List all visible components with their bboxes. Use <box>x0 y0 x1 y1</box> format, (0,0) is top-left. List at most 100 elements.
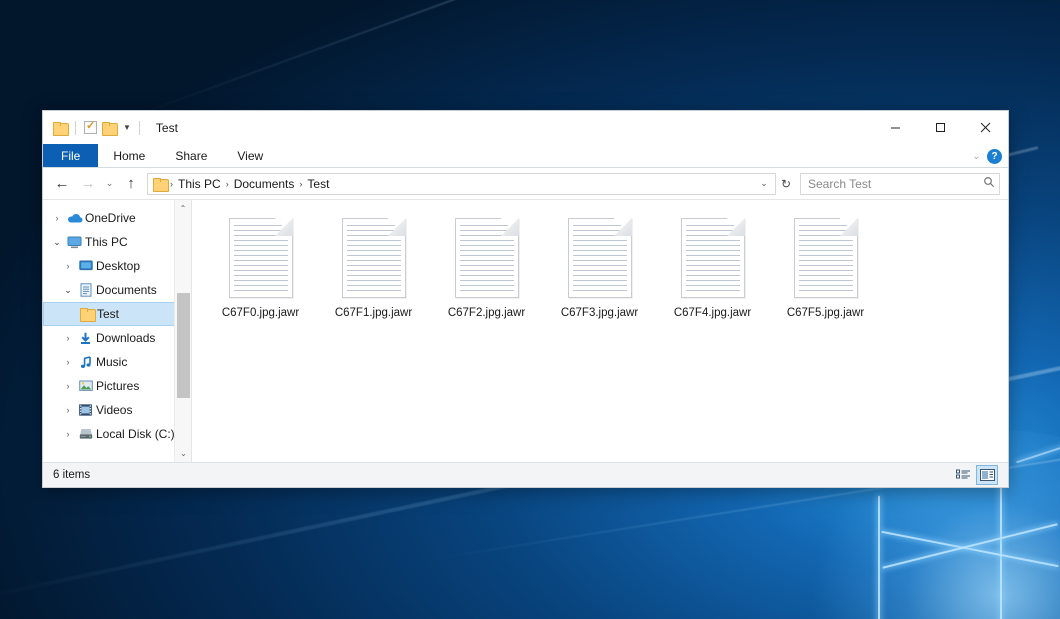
chevron-down-icon[interactable]: ⌄ <box>60 285 76 296</box>
chevron-right-icon[interactable]: › <box>60 357 76 367</box>
desktop-icon <box>76 260 95 272</box>
sidebar-item-label: Music <box>95 355 127 369</box>
file-name: C67F3.jpg.jawr <box>561 307 638 319</box>
chevron-down-icon[interactable]: ⌄ <box>49 237 65 248</box>
generic-document-icon <box>794 218 858 298</box>
details-view-button[interactable] <box>952 465 974 485</box>
refresh-button[interactable]: ↻ <box>776 177 796 191</box>
file-item[interactable]: C67F2.jpg.jawr <box>430 214 543 319</box>
file-item[interactable]: C67F0.jpg.jawr <box>204 214 317 319</box>
file-name: C67F2.jpg.jawr <box>448 307 525 319</box>
navigation-pane: › OneDrive ⌄ This PC › Desktop <box>43 200 192 462</box>
file-item[interactable]: C67F5.jpg.jawr <box>769 214 882 319</box>
sidebar-item-videos[interactable]: › Videos <box>43 398 191 422</box>
quick-access-toolbar: ▼ Test <box>43 121 178 135</box>
title-bar: ▼ Test <box>43 111 1008 144</box>
downloads-icon <box>76 332 95 345</box>
tab-view[interactable]: View <box>222 144 278 167</box>
sidebar-item-label: Local Disk (C:) <box>95 427 175 441</box>
sidebar-item-label: OneDrive <box>84 211 136 225</box>
sidebar-item-downloads[interactable]: › Downloads <box>43 326 191 350</box>
back-button[interactable]: ← <box>49 171 75 197</box>
address-dropdown-icon[interactable]: ⌄ <box>755 178 773 189</box>
file-item[interactable]: C67F3.jpg.jawr <box>543 214 656 319</box>
chevron-right-icon[interactable]: › <box>60 333 76 343</box>
sidebar-item-label: Documents <box>95 283 157 297</box>
sidebar-item-local-disk[interactable]: › Local Disk (C:) <box>43 422 191 446</box>
close-button[interactable] <box>963 111 1008 144</box>
documents-icon <box>76 283 95 297</box>
search-input[interactable]: Search Test <box>800 173 1000 195</box>
chevron-down-icon[interactable]: ⌄ <box>972 151 980 162</box>
scroll-up-arrow[interactable]: ⌃ <box>175 200 191 217</box>
tab-file[interactable]: File <box>43 144 98 167</box>
maximize-button[interactable] <box>918 111 963 144</box>
window-body: › OneDrive ⌄ This PC › Desktop <box>43 199 1008 462</box>
generic-document-icon <box>342 218 406 298</box>
generic-document-icon <box>229 218 293 298</box>
window-controls <box>873 111 1008 144</box>
disk-icon <box>76 428 95 440</box>
ribbon-tabs: File Home Share View ⌄ ? <box>43 144 1008 168</box>
chevron-right-icon[interactable]: › <box>60 405 76 415</box>
file-name: C67F5.jpg.jawr <box>787 307 864 319</box>
search-placeholder: Search Test <box>808 177 871 191</box>
scrollbar-thumb[interactable] <box>177 293 190 398</box>
sidebar-scrollbar[interactable]: ⌃ ⌄ <box>174 200 191 462</box>
file-item[interactable]: C67F4.jpg.jawr <box>656 214 769 319</box>
file-explorer-window: ▼ Test File Home Share View ⌄ ? ← → <box>42 110 1009 488</box>
chevron-down-icon[interactable]: ▼ <box>123 123 131 132</box>
folder-icon <box>77 308 96 320</box>
file-name: C67F4.jpg.jawr <box>674 307 751 319</box>
chevron-right-icon[interactable]: › <box>60 429 76 439</box>
up-button[interactable]: ↑ <box>118 171 144 197</box>
sidebar-item-music[interactable]: › Music <box>43 350 191 374</box>
sidebar-item-pictures[interactable]: › Pictures <box>43 374 191 398</box>
help-icon[interactable]: ? <box>987 149 1002 164</box>
folder-icon[interactable] <box>53 122 67 134</box>
file-list-pane[interactable]: C67F0.jpg.jawr C67F1.jpg.jawr <box>192 200 1008 462</box>
new-folder-icon[interactable] <box>102 122 116 134</box>
file-item[interactable]: C67F1.jpg.jawr <box>317 214 430 319</box>
tab-home[interactable]: Home <box>98 144 160 167</box>
history-dropdown-button[interactable]: ⌄ <box>101 171 118 197</box>
window-title: Test <box>156 121 178 135</box>
folder-glyph <box>80 308 94 320</box>
music-icon <box>76 356 95 369</box>
generic-document-icon <box>455 218 519 298</box>
properties-icon[interactable] <box>84 121 97 134</box>
folder-icon <box>153 178 167 190</box>
sidebar-item-label: Pictures <box>95 379 139 393</box>
sidebar-item-label: Test <box>96 307 119 321</box>
breadcrumb-item-test[interactable]: Test <box>303 177 333 191</box>
large-icons-view-button[interactable] <box>976 465 998 485</box>
onedrive-icon <box>65 212 84 224</box>
toolbar-divider <box>139 121 140 135</box>
sidebar-item-this-pc[interactable]: ⌄ This PC <box>43 230 191 254</box>
status-bar: 6 items <box>43 462 1008 487</box>
file-name: C67F1.jpg.jawr <box>335 307 412 319</box>
sidebar-item-label: Desktop <box>95 259 140 273</box>
this-pc-icon <box>65 236 84 249</box>
chevron-right-icon[interactable]: › <box>60 261 76 271</box>
pictures-icon <box>76 380 95 392</box>
minimize-button[interactable] <box>873 111 918 144</box>
item-count-label: 6 items <box>53 469 90 481</box>
sidebar-item-test[interactable]: Test <box>43 302 191 326</box>
sidebar-item-label: Videos <box>95 403 132 417</box>
chevron-right-icon[interactable]: › <box>49 213 65 223</box>
videos-icon <box>76 404 95 416</box>
chevron-right-icon[interactable]: › <box>60 381 76 391</box>
forward-button[interactable]: → <box>75 171 101 197</box>
generic-document-icon <box>681 218 745 298</box>
sidebar-item-documents[interactable]: ⌄ Documents <box>43 278 191 302</box>
sidebar-item-desktop[interactable]: › Desktop <box>43 254 191 278</box>
search-icon[interactable] <box>983 176 995 191</box>
tab-share[interactable]: Share <box>160 144 222 167</box>
generic-document-icon <box>568 218 632 298</box>
sidebar-item-onedrive[interactable]: › OneDrive <box>43 206 191 230</box>
breadcrumb[interactable]: › This PC › Documents › Test ⌄ <box>147 173 776 195</box>
breadcrumb-item-this-pc[interactable]: This PC <box>174 177 225 191</box>
breadcrumb-item-documents[interactable]: Documents <box>230 177 299 191</box>
scroll-down-arrow[interactable]: ⌄ <box>175 445 192 462</box>
